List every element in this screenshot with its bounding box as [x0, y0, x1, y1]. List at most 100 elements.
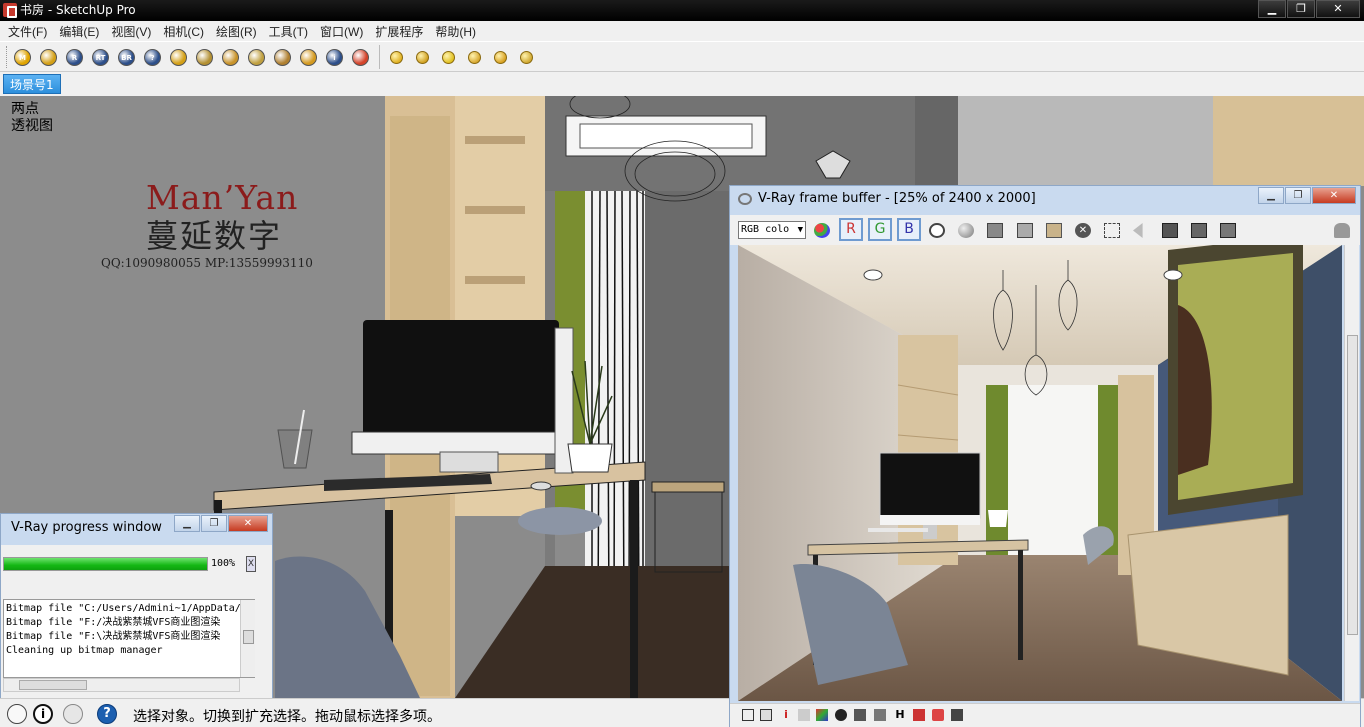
maximize-button[interactable]: ❐ — [1287, 0, 1315, 18]
open-folder-icon[interactable] — [1046, 223, 1062, 238]
channel-select[interactable]: RGB colo ▼ — [738, 221, 806, 239]
render-last-icon[interactable] — [1220, 223, 1236, 238]
progress-minimize-button[interactable]: ▁ — [174, 515, 200, 532]
vfb-close-button[interactable]: ✕ — [1312, 187, 1356, 204]
menu-help[interactable]: 帮助(H) — [429, 23, 482, 40]
histogram-icon[interactable] — [798, 709, 810, 721]
toolbar-separator — [379, 45, 380, 69]
vray-frame-buffer-icon[interactable] — [170, 49, 187, 66]
window-title: 书房 - SketchUp Pro — [20, 3, 136, 17]
scene-tab-1[interactable]: 场景号1 — [3, 74, 61, 94]
curve-icon[interactable] — [913, 709, 925, 721]
menu-draw[interactable]: 绘图(R) — [210, 23, 263, 40]
menu-window[interactable]: 窗口(W) — [314, 23, 369, 40]
vfb-vertical-scrollbar[interactable] — [1344, 245, 1359, 701]
user-account-icon[interactable] — [63, 704, 83, 724]
sphere-light-icon[interactable] — [468, 51, 481, 64]
credits-icon[interactable]: i — [33, 704, 53, 724]
channel-select-value: RGB colo — [741, 224, 790, 235]
rect-light-icon[interactable] — [442, 51, 455, 64]
hue-icon[interactable]: H — [894, 709, 906, 721]
status-message: 选择对象。切换到扩充选择。拖动鼠标选择多项。 — [133, 709, 441, 725]
spot-light-icon[interactable] — [416, 51, 429, 64]
viewport-label-perspective: 透视图 — [11, 118, 53, 134]
vray-render-icon[interactable]: R — [66, 49, 83, 66]
close-button[interactable]: ✕ — [1316, 0, 1360, 18]
geolocation-icon[interactable] — [7, 704, 27, 724]
log-vertical-scrollbar[interactable] — [240, 600, 255, 677]
color-channels-icon[interactable] — [814, 223, 830, 238]
compare-ab-icon[interactable] — [1162, 223, 1178, 238]
alpha-channel-icon[interactable] — [929, 223, 945, 238]
info-icon[interactable]: i — [780, 709, 792, 721]
vray-help-icon[interactable]: ? — [144, 49, 161, 66]
vfb-title: V-Ray frame buffer - [25% of 2400 x 2000… — [758, 191, 1036, 206]
menu-file[interactable]: 文件(F) — [2, 23, 53, 40]
show-corrections-icon[interactable] — [742, 709, 754, 721]
vfb-maximize-button[interactable]: ❐ — [1285, 187, 1311, 204]
hsl-icon[interactable] — [874, 709, 886, 721]
green-channel-button[interactable]: G — [868, 218, 892, 241]
vray-rt-render-icon[interactable]: RT — [92, 49, 109, 66]
render-progress-bar — [3, 557, 208, 571]
blue-channel-button[interactable]: B — [897, 218, 921, 241]
vfb-toolbar: RGB colo ▼ R G B ✕ — [730, 215, 1360, 245]
teapot-render-icon[interactable] — [1334, 223, 1350, 238]
progress-close-button[interactable]: ✕ — [228, 515, 268, 532]
save-all-icon[interactable] — [1017, 223, 1033, 238]
omni-light-icon[interactable] — [390, 51, 403, 64]
rendered-image[interactable] — [738, 245, 1342, 701]
minimize-button[interactable]: ▁ — [1258, 0, 1286, 18]
vray-export-icon[interactable] — [196, 49, 213, 66]
vray-material-editor-icon[interactable]: M — [14, 49, 31, 66]
help-icon[interactable]: ? — [97, 704, 117, 724]
color-correction-icon[interactable] — [816, 709, 828, 721]
mono-mode-icon[interactable] — [958, 223, 974, 238]
render-progress-fill — [4, 558, 207, 570]
lut-icon[interactable] — [932, 709, 944, 721]
render-log: Bitmap file "C:/Users/Admini~1/AppData/ … — [3, 599, 255, 678]
vray-frame-buffer-window[interactable]: V-Ray frame buffer - [25% of 2400 x 2000… — [729, 185, 1361, 727]
log-line: Bitmap file "F:/决战紫禁城VFS商业图渲染 — [6, 617, 221, 628]
vray-progress-window[interactable]: V-Ray progress window ▁ ❐ ✕ 100% X Bitma… — [0, 513, 273, 698]
white-balance-icon[interactable] — [854, 709, 866, 721]
progress-window-title: V-Ray progress window — [11, 520, 162, 535]
track-mouse-icon[interactable] — [1104, 223, 1120, 238]
menu-camera[interactable]: 相机(C) — [157, 23, 210, 40]
toolbar-grip[interactable] — [6, 46, 9, 68]
exposure-icon[interactable] — [835, 709, 847, 721]
vfb-window-icon — [738, 193, 752, 205]
menu-bar: 文件(F) 编辑(E) 视图(V) 相机(C) 绘图(R) 工具(T) 窗口(W… — [0, 21, 1364, 41]
clear-image-icon[interactable]: ✕ — [1075, 223, 1091, 238]
progress-percent: 100% — [211, 558, 236, 569]
vray-light-cache-icon[interactable] — [222, 49, 239, 66]
menu-view[interactable]: 视图(V) — [105, 23, 157, 40]
ies-light-icon[interactable] — [494, 51, 507, 64]
vray-sphere-icon[interactable] — [300, 49, 317, 66]
vray-fur-icon[interactable] — [274, 49, 291, 66]
vray-toolbar: M R RT BR? i — [0, 41, 1364, 72]
vfb-minimize-button[interactable]: ▁ — [1258, 187, 1284, 204]
vray-batch-render-icon[interactable]: BR — [118, 49, 135, 66]
region-render-icon[interactable] — [1191, 223, 1207, 238]
progress-body: 100% X Bitmap file "C:/Users/Admini~1/Ap… — [1, 545, 272, 698]
progress-abort-button[interactable]: X — [246, 556, 256, 572]
ocio-icon[interactable] — [951, 709, 963, 721]
watermark-contact: QQ:1090980055 MP:13559993110 — [101, 256, 313, 270]
vfb-bottom-toolbar: i H — [730, 703, 1360, 727]
vray-info-icon[interactable]: i — [326, 49, 343, 66]
vray-proxy-icon[interactable] — [248, 49, 265, 66]
save-image-icon[interactable] — [987, 223, 1003, 238]
red-channel-button[interactable]: R — [839, 218, 863, 241]
menu-extensions[interactable]: 扩展程序 — [369, 23, 429, 40]
scene-tab-row: 场景号1 — [0, 72, 1364, 96]
vray-logo-icon[interactable] — [352, 49, 369, 66]
log-horizontal-scrollbar[interactable] — [3, 678, 240, 692]
dome-light-icon[interactable] — [520, 51, 533, 64]
link-vfb-icon[interactable] — [1133, 223, 1143, 238]
levels-icon[interactable] — [760, 709, 772, 721]
progress-maximize-button[interactable]: ❐ — [201, 515, 227, 532]
menu-edit[interactable]: 编辑(E) — [53, 23, 105, 40]
menu-tools[interactable]: 工具(T) — [263, 23, 314, 40]
vray-options-icon[interactable] — [40, 49, 57, 66]
